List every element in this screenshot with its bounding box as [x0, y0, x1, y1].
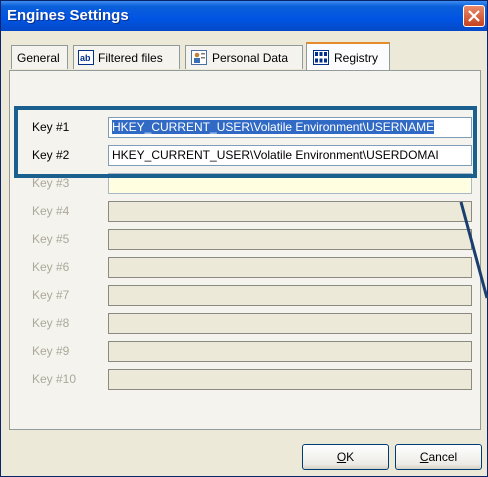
key-10-label: Key #10 — [32, 372, 77, 386]
registry-key-row-7: Key #7 — [32, 283, 472, 309]
key-2-value: HKEY_CURRENT_USER\Volatile Environment\U… — [112, 148, 439, 162]
key-2-input[interactable]: HKEY_CURRENT_USER\Volatile Environment\U… — [108, 145, 472, 166]
key-2-label: Key #2 — [32, 148, 70, 162]
key-4-input[interactable] — [108, 201, 472, 222]
title-bar[interactable]: Engines Settings — [1, 1, 487, 31]
key-1-input[interactable]: HKEY_CURRENT_USER\Volatile Environment\U… — [108, 117, 472, 138]
personal-data-icon — [191, 50, 207, 65]
key-1-label: Key #1 — [32, 120, 70, 134]
registry-key-row-2: Key #2 HKEY_CURRENT_USER\Volatile Enviro… — [32, 143, 472, 169]
tab-personal-data[interactable]: Personal Data — [185, 45, 303, 69]
ok-label-rest: K — [346, 450, 355, 464]
tab-general[interactable]: General — [11, 45, 68, 69]
key-9-input[interactable] — [108, 341, 472, 362]
key-6-input[interactable] — [108, 257, 472, 278]
key-7-label: Key #7 — [32, 288, 70, 302]
registry-key-row-3: Key #3 — [32, 171, 472, 197]
registry-key-row-1: Key #1 HKEY_CURRENT_USER\Volatile Enviro… — [32, 115, 472, 141]
key-3-label: Key #3 — [32, 176, 70, 190]
ok-mnemonic: O — [336, 450, 347, 464]
registry-key-row-5: Key #5 — [32, 227, 472, 253]
tab-filtered-files-label: Filtered files — [98, 51, 163, 65]
key-6-label: Key #6 — [32, 260, 70, 274]
registry-icon — [313, 50, 329, 65]
cancel-button[interactable]: Cancel — [395, 444, 482, 470]
registry-key-row-6: Key #6 — [32, 255, 472, 281]
tab-registry-label: Registry — [334, 51, 379, 65]
key-9-label: Key #9 — [32, 344, 70, 358]
registry-key-row-4: Key #4 — [32, 199, 472, 225]
key-4-label: Key #4 — [32, 204, 70, 218]
key-1-value: HKEY_CURRENT_USER\Volatile Environment\U… — [112, 120, 435, 134]
registry-key-row-10: Key #10 — [32, 367, 472, 393]
window-title: Engines Settings — [7, 7, 129, 24]
registry-key-row-9: Key #9 — [32, 339, 472, 365]
key-7-input[interactable] — [108, 285, 472, 306]
key-8-input[interactable] — [108, 313, 472, 334]
engines-settings-window: Engines Settings General ab Filtered fil… — [0, 0, 488, 477]
tab-filtered-files[interactable]: ab Filtered files — [73, 45, 180, 69]
registry-key-row-8: Key #8 — [32, 311, 472, 337]
key-8-label: Key #8 — [32, 316, 70, 330]
text-field-icon: ab — [78, 50, 94, 65]
tab-registry[interactable]: Registry — [306, 42, 390, 70]
ok-button[interactable]: OK — [302, 444, 389, 470]
cancel-label-rest: ancel — [428, 450, 458, 464]
key-5-label: Key #5 — [32, 232, 70, 246]
svg-text:ab: ab — [80, 53, 91, 63]
key-10-input[interactable] — [108, 369, 472, 390]
close-icon — [468, 10, 480, 22]
close-button[interactable] — [463, 5, 485, 27]
tab-general-label: General — [17, 51, 60, 65]
tab-personal-data-label: Personal Data — [212, 51, 289, 65]
key-3-input[interactable] — [108, 173, 472, 194]
key-5-input[interactable] — [108, 229, 472, 250]
